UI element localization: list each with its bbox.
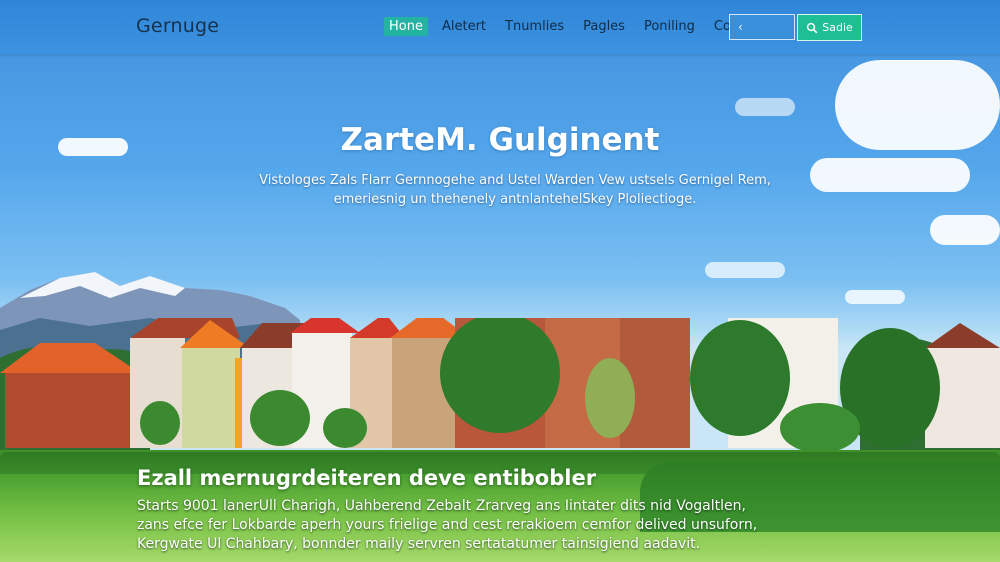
nav-item-poniling[interactable]: Poniling [639,17,700,36]
navbar: Gernuge Hone Aletert Tnumlies Pagles Pon… [0,0,1000,54]
nav-item-aletert[interactable]: Aletert [437,17,491,36]
hero-subtitle-line: emeriesnig un thehenely antnlantehelSkey… [333,192,697,207]
nav-item-pagles[interactable]: Pagles [578,17,630,36]
search-button-label: Sadie [822,21,853,34]
section-body: Starts 9001 lanerUll Charigh, Uahberend … [137,497,758,554]
cloud [735,98,795,116]
search-button[interactable]: Sadie [797,14,862,41]
cloud [810,158,970,192]
cloud [930,215,1000,245]
section-body-line: Kergwate Ul Chahbary, bonnder maily serv… [137,536,701,552]
town-illustration [0,318,1000,458]
cloud [705,262,785,278]
cloud [845,290,905,304]
search-icon [807,22,818,33]
nav-item-tnumlies[interactable]: Tnumlies [500,17,569,36]
hero-title: ZarteM. Gulginent [340,122,660,158]
section-title: Ezall mernugrdeiteren deve entibobler [137,466,597,490]
nav-item-home[interactable]: Hone [384,17,428,36]
brand-logo[interactable]: Gernuge [136,15,219,37]
search-input[interactable] [729,14,795,40]
section-body-line: zans efce fer Lokbarde aperh yours friel… [137,517,758,533]
section-body-line: Starts 9001 lanerUll Charigh, Uahberend … [137,498,746,514]
hero-subtitle-line: Vistologes Zals Flarr Gernnogehe and Ust… [259,173,771,188]
hero-subtitle: Vistologes Zals Flarr Gernnogehe and Ust… [230,171,800,209]
